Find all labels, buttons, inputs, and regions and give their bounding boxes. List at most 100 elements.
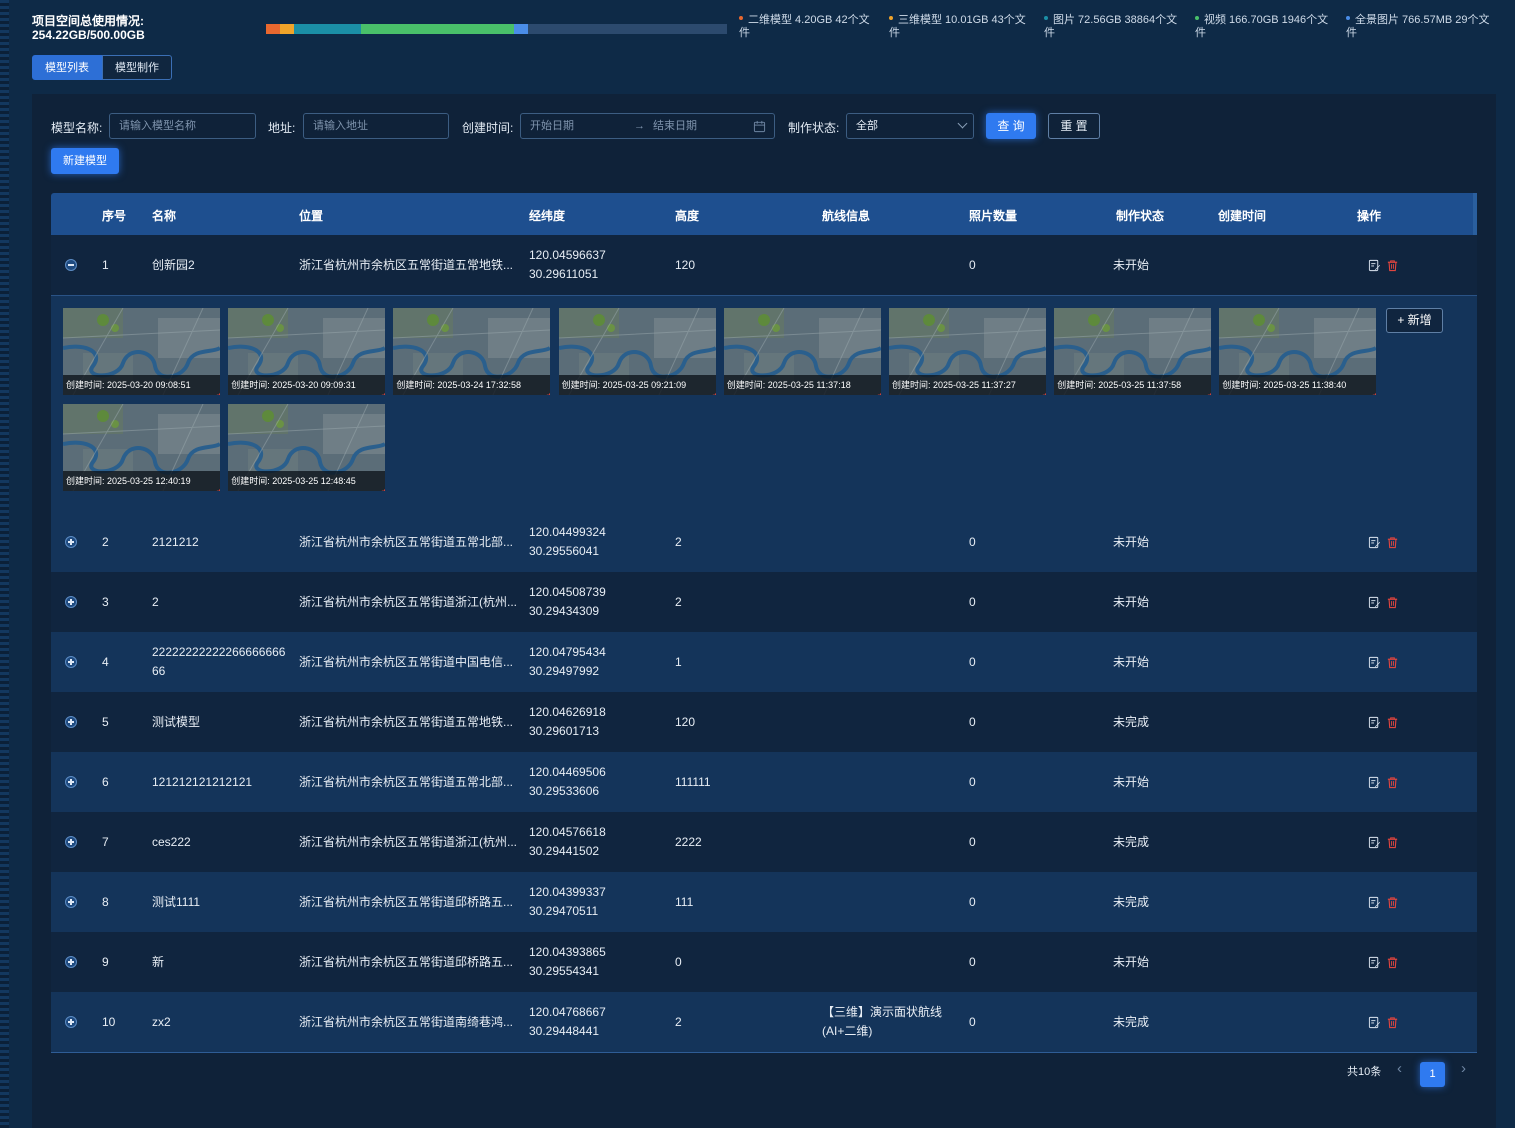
expand-row-icon[interactable] (65, 776, 77, 788)
row-status: 未完成 (1113, 714, 1150, 729)
legend-label: 二维模型 4.20GB 42个文 (748, 14, 870, 26)
edit-icon[interactable] (1368, 1016, 1381, 1029)
photo-card[interactable]: 创建时间: 2025-03-25 09:21:09 (558, 308, 716, 395)
row-longitude: 120.04499324 (529, 525, 606, 539)
expand-row-icon[interactable] (65, 716, 77, 728)
delete-icon[interactable] (1386, 716, 1399, 729)
reset-button[interactable]: 重 置 (1048, 113, 1100, 139)
delete-icon[interactable] (1371, 392, 1377, 395)
delete-icon[interactable] (1386, 836, 1399, 849)
pagination-prev-button[interactable]: ‹ (1397, 1060, 1402, 1077)
edit-icon[interactable] (1368, 656, 1381, 669)
delete-icon[interactable] (876, 392, 881, 395)
delete-icon[interactable] (380, 392, 386, 395)
row-longitude: 120.04393865 (529, 945, 606, 959)
expand-row-icon[interactable] (65, 1016, 77, 1028)
row-actions (1368, 512, 1399, 572)
row-name-text: 2 (152, 594, 159, 609)
edit-icon[interactable] (1368, 596, 1381, 609)
expand-row-icon[interactable] (65, 836, 77, 848)
add-photo-button[interactable]: + 新增 (1386, 308, 1443, 333)
expand-row-icon[interactable] (65, 596, 77, 608)
storage-legend-item: 图片 72.56GB 38864个文件 (1044, 14, 1177, 40)
row-name-text: zx2 (152, 1014, 171, 1029)
delete-icon[interactable] (1386, 596, 1399, 609)
pagination-page-1[interactable]: 1 (1420, 1062, 1445, 1087)
row-location: 浙江省杭州市余杭区五常街道邱桥路五... (299, 894, 514, 909)
delete-icon[interactable] (1386, 536, 1399, 549)
edit-icon[interactable] (1368, 836, 1381, 849)
delete-icon[interactable] (380, 488, 386, 491)
query-button[interactable]: 查 询 (986, 113, 1036, 139)
row-location: 浙江省杭州市余杭区五常街道五常北部... (299, 534, 514, 549)
calendar-icon (753, 120, 766, 132)
photo-card[interactable]: 创建时间: 2025-03-25 11:37:27 (889, 308, 1046, 395)
storage-usage-title: 项目空间总使用情况: 254.22GB/500.00GB (32, 14, 145, 42)
photo-card[interactable]: 创建时间: 2025-03-25 11:37:58 (1054, 308, 1212, 395)
photo-caption: 创建时间: 2025-03-25 11:38:40 (1219, 375, 1377, 395)
address-input[interactable] (303, 113, 449, 139)
row-photo-count: 0 (969, 594, 976, 609)
photo-created-time: 创建时间: 2025-03-20 09:08:51 (66, 380, 191, 390)
tab-model-list[interactable]: 模型列表 (32, 55, 102, 80)
main-panel: 模型名称: 地址: 创建时间: 开始日期 → 结束日期 制作状态: 全部 查 询… (32, 94, 1496, 1128)
edit-icon[interactable] (1368, 956, 1381, 969)
photo-caption: 创建时间: 2025-03-25 09:21:09 (558, 375, 716, 395)
new-model-button[interactable]: 新建模型 (51, 148, 119, 174)
delete-icon[interactable] (215, 392, 220, 395)
row-location: 浙江省杭州市余杭区五常街道五常地铁... (299, 257, 514, 272)
edit-icon[interactable] (1368, 716, 1381, 729)
expand-row-icon[interactable] (65, 656, 77, 668)
expand-row-icon[interactable] (65, 896, 77, 908)
delete-icon[interactable] (1041, 392, 1046, 395)
row-status: 未开始 (1113, 594, 1150, 609)
legend-label-wrap: 件 (1346, 27, 1357, 39)
row-coordinates: 120.04626918 30.29601713 (529, 692, 606, 752)
edit-icon[interactable] (1368, 896, 1381, 909)
delete-icon[interactable] (1386, 259, 1399, 272)
delete-icon[interactable] (1206, 392, 1212, 395)
photo-card[interactable]: 创建时间: 2025-03-24 17:32:58 (393, 308, 551, 395)
legend-label: 全景图片 766.57MB 29个文 (1355, 14, 1490, 26)
delete-icon[interactable] (1386, 776, 1399, 789)
row-latitude: 30.29470511 (529, 904, 599, 918)
photo-card[interactable]: 创建时间: 2025-03-25 11:38:40 (1219, 308, 1377, 395)
edit-icon[interactable] (1368, 259, 1381, 272)
delete-icon[interactable] (1386, 656, 1399, 669)
row-actions (1368, 812, 1399, 872)
delete-icon[interactable] (1386, 1016, 1399, 1029)
model-name-input[interactable] (109, 113, 256, 139)
photo-card[interactable]: 创建时间: 2025-03-25 11:37:18 (723, 308, 881, 395)
row-index: 6 (102, 774, 109, 789)
photo-card[interactable]: 创建时间: 2025-03-20 09:09:31 (228, 308, 386, 395)
col-actions: 操作 (1357, 209, 1382, 223)
edit-icon[interactable] (1368, 776, 1381, 789)
delete-icon[interactable] (711, 392, 716, 395)
table-row: 7 ces222 浙江省杭州市余杭区五常街道浙江(杭州... 120.04576618… (51, 812, 1477, 872)
row-longitude: 120.04795434 (529, 645, 606, 659)
row-name: 测试1111 (152, 872, 287, 932)
edit-icon[interactable] (1368, 536, 1381, 549)
table-bottom-border (51, 1052, 1477, 1053)
photo-card[interactable]: 创建时间: 2025-03-25 12:40:19 (63, 404, 220, 491)
delete-icon[interactable] (215, 488, 220, 491)
photo-created-time: 创建时间: 2025-03-25 11:37:18 (726, 380, 851, 390)
row-longitude: 120.04576618 (529, 825, 606, 839)
pagination-next-button[interactable]: › (1461, 1060, 1466, 1077)
photo-card[interactable]: 创建时间: 2025-03-25 12:48:45 (228, 404, 386, 491)
delete-icon[interactable] (1386, 956, 1399, 969)
date-range-picker[interactable]: 开始日期 → 结束日期 (520, 113, 775, 139)
expand-row-icon[interactable] (65, 536, 77, 548)
row-index: 5 (102, 714, 109, 729)
row-name: 22222222222266666666 66 (152, 632, 287, 692)
expanded-photo-panel: 创建时间: 2025-03-20 09:08:51 创建时间: 2025-03-2… (51, 295, 1477, 512)
photo-card[interactable]: 创建时间: 2025-03-20 09:08:51 (63, 308, 220, 395)
status-select[interactable]: 全部 (846, 113, 974, 139)
collapse-row-icon[interactable] (65, 259, 77, 271)
delete-icon[interactable] (545, 392, 551, 395)
row-name-text: 22222222222266666666 (152, 645, 286, 659)
row-actions (1368, 692, 1399, 752)
tab-model-production[interactable]: 模型制作 (102, 55, 172, 80)
delete-icon[interactable] (1386, 896, 1399, 909)
expand-row-icon[interactable] (65, 956, 77, 968)
